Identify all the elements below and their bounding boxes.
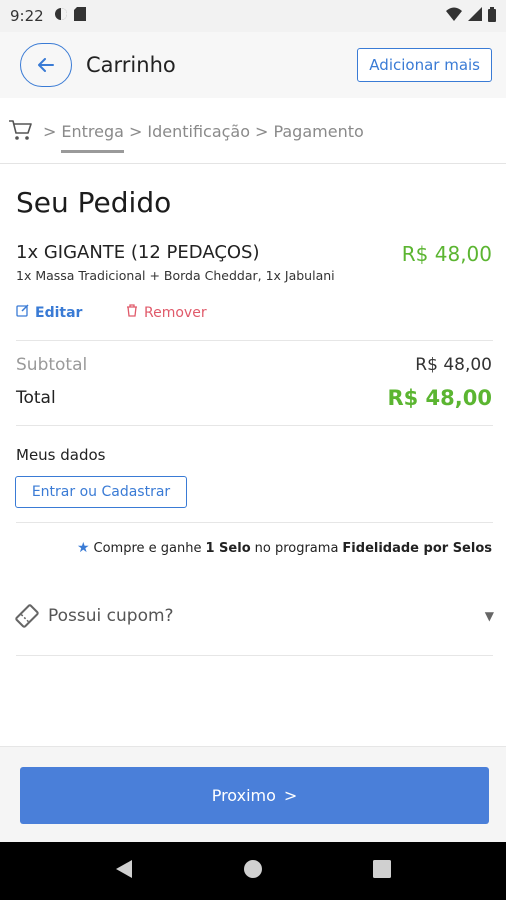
next-label: Proximo	[211, 786, 276, 805]
divider	[16, 425, 493, 426]
loyalty-middle: no programa	[254, 540, 339, 556]
subtotal-label: Subtotal	[16, 355, 88, 375]
app-header: Carrinho Adicionar mais	[0, 32, 506, 98]
ticket-icon	[12, 601, 42, 631]
battery-icon	[488, 6, 496, 26]
coupon-label: Possui cupom?	[48, 606, 174, 626]
loyalty-message: ★ Compre e ganhe 1 Selo no programa Fide…	[77, 540, 492, 556]
step-separator: >	[128, 122, 143, 141]
coupon-toggle[interactable]: Possui cupom? ▼	[12, 596, 494, 636]
item-name: 1x GIGANTE (12 PEDAÇOS)	[16, 242, 260, 263]
login-register-button[interactable]: Entrar ou Cadastrar	[15, 476, 187, 508]
loyalty-program: Fidelidade por Selos	[342, 540, 492, 556]
back-button[interactable]	[20, 43, 72, 87]
wifi-icon	[446, 7, 462, 25]
divider	[16, 655, 493, 656]
step-entrega[interactable]: Entrega	[61, 122, 124, 153]
signal-icon	[468, 7, 482, 25]
divider	[16, 340, 493, 341]
chevron-right-icon: >	[283, 786, 298, 805]
step-pagamento[interactable]: Pagamento	[273, 122, 363, 141]
arrow-left-icon	[38, 53, 54, 77]
loyalty-stamp: 1 Selo	[205, 540, 251, 556]
edit-button[interactable]: Editar	[16, 304, 82, 321]
my-data-label: Meus dados	[16, 446, 106, 464]
cart-icon[interactable]	[8, 119, 32, 145]
status-time: 9:22	[10, 7, 44, 25]
loyalty-prefix: Compre e ganhe	[93, 540, 202, 556]
trash-icon	[126, 304, 138, 321]
star-icon: ★	[76, 540, 90, 556]
item-description: 1x Massa Tradicional + Borda Cheddar, 1x…	[16, 268, 335, 283]
page-title: Carrinho	[86, 53, 176, 77]
edit-label: Editar	[35, 304, 83, 321]
total-value: R$ 48,00	[387, 386, 492, 410]
divider	[16, 522, 493, 523]
status-bar: 9:22	[0, 0, 506, 32]
data-saver-icon	[54, 7, 68, 25]
bottom-bar: Proximo >	[0, 746, 506, 842]
add-more-button[interactable]: Adicionar mais	[357, 48, 492, 82]
total-label: Total	[16, 388, 56, 408]
order-title: Seu Pedido	[16, 186, 172, 219]
next-button[interactable]: Proximo >	[20, 767, 489, 824]
edit-icon	[16, 304, 29, 321]
remove-label: Remover	[144, 304, 207, 321]
nav-recents-icon[interactable]	[373, 860, 391, 882]
nav-back-icon[interactable]	[115, 859, 133, 883]
remove-button[interactable]: Remover	[126, 304, 207, 321]
item-price: R$ 48,00	[401, 242, 492, 266]
nav-home-icon[interactable]	[243, 859, 263, 883]
step-separator: >	[43, 122, 57, 141]
step-separator: >	[255, 122, 269, 141]
system-nav-bar	[0, 842, 506, 900]
chevron-down-icon: ▼	[484, 609, 494, 623]
subtotal-value: R$ 48,00	[415, 355, 492, 375]
step-identificacao[interactable]: Identificação	[147, 122, 250, 141]
sd-card-icon	[73, 7, 86, 25]
checkout-steps: > Entrega > Identificação > Pagamento	[0, 100, 506, 164]
